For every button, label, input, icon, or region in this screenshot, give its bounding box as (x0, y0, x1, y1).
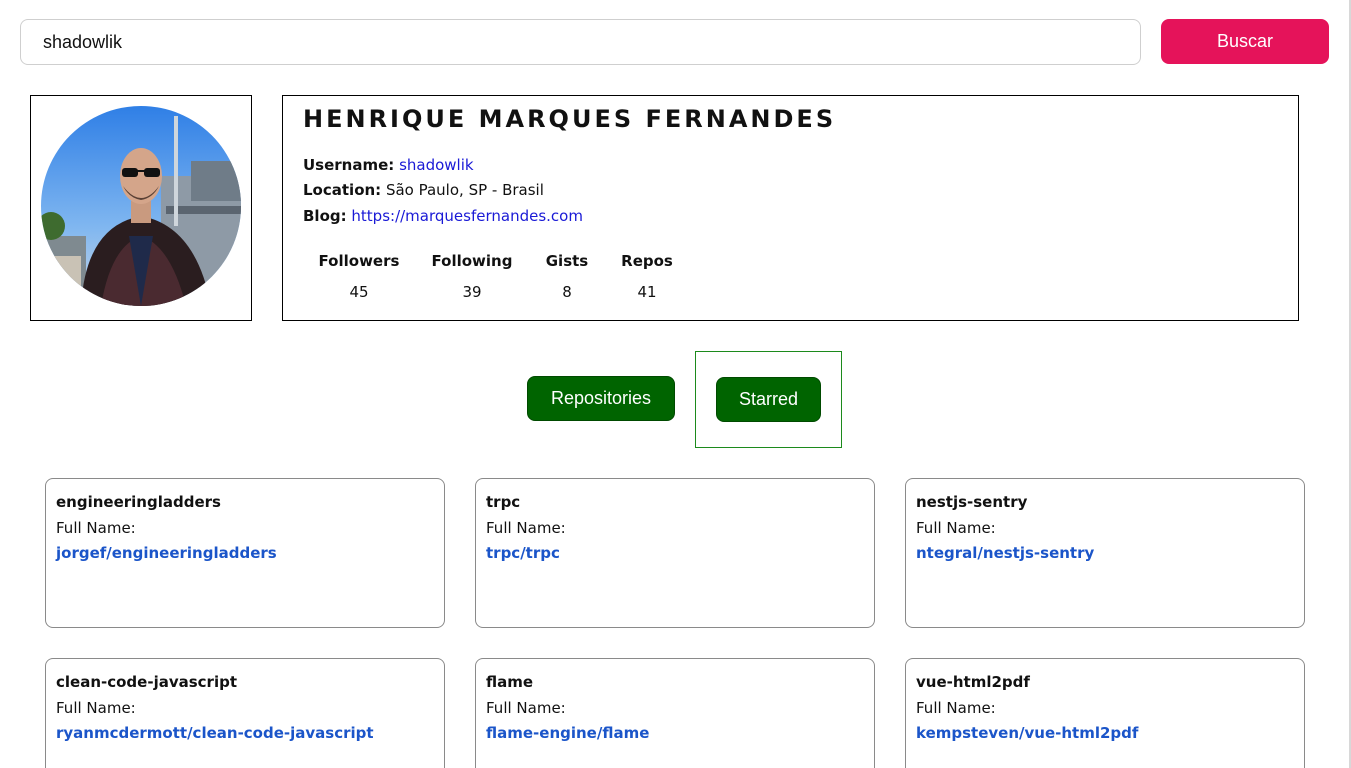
location-row: Location: São Paulo, SP - Brasil (303, 181, 544, 199)
repo-card: clean-code-javascript Full Name: ryanmcd… (45, 658, 445, 768)
repo-card: flame Full Name: flame-engine/flame (475, 658, 875, 768)
profile-card: HENRIQUE MARQUES FERNANDES Username: sha… (282, 95, 1299, 321)
stat-label: Gists (545, 252, 589, 270)
stat-label: Repos (621, 252, 673, 270)
stat-label: Followers (318, 252, 400, 270)
repo-link[interactable]: ntegral/nestjs-sentry (916, 544, 1094, 562)
repo-card: vue-html2pdf Full Name: kempsteven/vue-h… (905, 658, 1305, 768)
repo-link[interactable]: kempsteven/vue-html2pdf (916, 724, 1138, 742)
stat-following: Following 39 (427, 252, 517, 301)
repo-fullname-label: Full Name: (56, 699, 136, 717)
profile-name: HENRIQUE MARQUES FERNANDES (303, 105, 837, 133)
stat-followers: Followers 45 (315, 252, 403, 301)
repo-card: nestjs-sentry Full Name: ntegral/nestjs-… (905, 478, 1305, 628)
username-link[interactable]: shadowlik (399, 156, 474, 174)
repo-link[interactable]: flame-engine/flame (486, 724, 649, 742)
repo-fullname-label: Full Name: (486, 699, 566, 717)
repo-link[interactable]: ryanmcdermott/clean-code-javascript (56, 724, 374, 742)
username-label: Username: (303, 156, 395, 174)
stat-value: 39 (462, 283, 482, 301)
blog-label: Blog: (303, 207, 347, 225)
stat-value: 8 (562, 283, 572, 301)
repo-name: trpc (486, 493, 521, 511)
repo-link[interactable]: jorgef/engineeringladders (56, 544, 277, 562)
stat-gists: Gists 8 (539, 252, 595, 301)
location-label: Location: (303, 181, 382, 199)
stat-value: 41 (637, 283, 657, 301)
repo-fullname-label: Full Name: (916, 699, 996, 717)
blog-row: Blog: https://marquesfernandes.com (303, 207, 583, 225)
location-value: São Paulo, SP - Brasil (385, 181, 544, 199)
search-button[interactable]: Buscar (1161, 19, 1329, 64)
tab-starred-focus-frame: Starred (695, 351, 842, 448)
search-input[interactable] (20, 19, 1141, 65)
repo-card: trpc Full Name: trpc/trpc (475, 478, 875, 628)
blog-link[interactable]: https://marquesfernandes.com (351, 207, 583, 225)
avatar-frame (30, 95, 252, 321)
username-row: Username: shadowlik (303, 156, 474, 174)
repo-card: engineeringladders Full Name: jorgef/eng… (45, 478, 445, 628)
repo-name: flame (486, 673, 534, 691)
repo-name: engineeringladders (56, 493, 221, 511)
repo-fullname-label: Full Name: (56, 519, 136, 537)
search-bar: Buscar (20, 19, 1329, 65)
stat-label: Following (431, 252, 513, 270)
avatar (41, 106, 241, 306)
tab-repositories[interactable]: Repositories (527, 376, 675, 421)
repo-link[interactable]: trpc/trpc (486, 544, 560, 562)
repo-fullname-label: Full Name: (486, 519, 566, 537)
repo-name: clean-code-javascript (56, 673, 237, 691)
stat-value: 45 (349, 283, 369, 301)
tab-starred[interactable]: Starred (716, 377, 821, 422)
repo-name: nestjs-sentry (916, 493, 1028, 511)
repo-name: vue-html2pdf (916, 673, 1030, 691)
repo-fullname-label: Full Name: (916, 519, 996, 537)
stat-repos: Repos 41 (617, 252, 677, 301)
avatar-photo (41, 106, 241, 306)
